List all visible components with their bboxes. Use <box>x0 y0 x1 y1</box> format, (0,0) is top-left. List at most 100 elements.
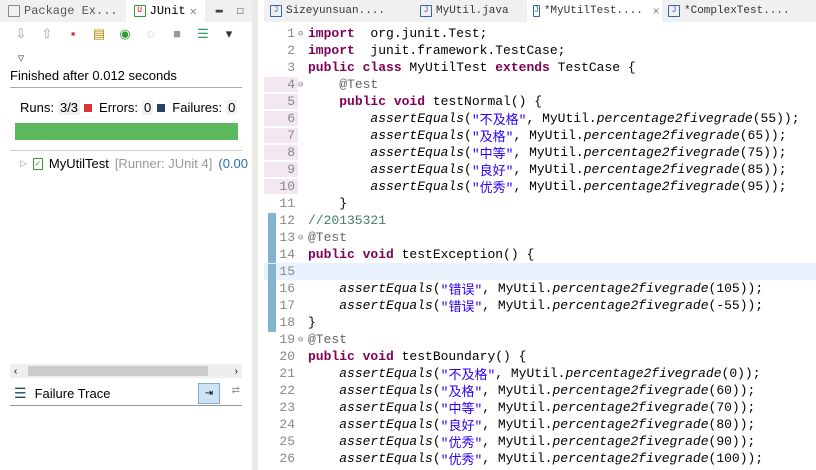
editor-tab-label: MyUtil.java <box>436 5 509 17</box>
scroll-thumb[interactable] <box>28 366 208 376</box>
tab-label: JUnit <box>149 4 186 18</box>
errors-value: 0 <box>142 100 154 115</box>
code-line[interactable]: 22 assertEquals("及格", MyUtil. percentage2… <box>264 382 816 400</box>
code-line[interactable]: 1 ⊖ import org.junit.Test; <box>264 25 816 42</box>
failures-value: 0 <box>226 100 238 115</box>
tab-package-explorer[interactable]: Package Ex... <box>0 0 126 22</box>
tab-junit[interactable]: U JUnit ✕ <box>125 0 205 22</box>
code-token: ( <box>432 451 441 466</box>
fold-icon[interactable]: ⊖ <box>298 80 308 90</box>
expand-icon[interactable]: ▷ <box>20 158 27 169</box>
code-editor[interactable]: J Sizeyunsuan.... J MyUtil.java J *MyUtilTest… <box>264 0 816 470</box>
code-line[interactable]: 16 assertEquals("错误", MyUtil. percentage2… <box>264 280 816 298</box>
code-line[interactable]: 3 public class MyUtilTest extends TestCas… <box>264 59 816 76</box>
code-line[interactable]: 12 //20135321 <box>264 212 816 230</box>
previous-failure-icon[interactable]: ⇧ <box>38 26 56 42</box>
close-icon[interactable]: ✕ <box>190 4 197 19</box>
code-line[interactable]: 11 } <box>264 195 816 212</box>
maximize-button[interactable]: ☐ <box>237 3 244 18</box>
compare-icon[interactable]: ⇄ <box>232 385 240 396</box>
code-line[interactable]: 24 assertEquals("良好", MyUtil. percentage2… <box>264 416 816 434</box>
show-failures-only-icon[interactable]: ▪ <box>64 26 82 42</box>
code-area[interactable]: 1 ⊖ import org.junit.Test; 2 import junit.fr… <box>264 25 816 468</box>
scroll-left-icon[interactable]: ‹ <box>14 366 17 377</box>
editor-tab[interactable]: J *ComplexTest.... <box>662 0 812 22</box>
code-line[interactable]: 13 ⊖ @Test <box>264 229 816 247</box>
failure-trace-label: Failure Trace <box>34 386 111 401</box>
code-line[interactable]: 14 public void testException() { <box>264 246 816 264</box>
error-icon <box>84 103 93 112</box>
code-line[interactable]: 21 assertEquals("不及格", MyUtil. percentage… <box>264 365 816 383</box>
failures-label: Failures: <box>172 100 223 115</box>
close-icon[interactable]: ✕ <box>653 4 660 18</box>
code-token: (75)); <box>739 145 787 160</box>
fold-icon[interactable]: ⊖ <box>298 335 308 345</box>
code-line[interactable]: 18} <box>264 314 816 332</box>
junit-view: Package Ex... U JUnit ✕ ▬ ☐ ⇩ ⇧ ▪ ▤ ◉ ◌ ■ ☰… <box>0 0 258 470</box>
editor-tab-label: *MyUtilTest.... <box>543 5 643 17</box>
code-token: ( <box>464 128 472 143</box>
code-line[interactable]: 2 import junit.framework.TestCase; <box>264 42 816 59</box>
code-token: , MyUtil. <box>513 128 584 143</box>
code-line[interactable]: 7 assertEquals("及格", MyUtil. percentage2f… <box>264 127 816 145</box>
code-token: percentage2fivegrade <box>583 145 740 160</box>
java-file-icon: J <box>270 5 282 17</box>
rerun-failed-icon[interactable]: ◌ <box>142 26 160 42</box>
code-token: ( <box>432 281 441 296</box>
code-line[interactable]: 8 assertEquals("中等", MyUtil. percentage2f… <box>264 144 816 162</box>
line-number: 5 <box>264 94 298 109</box>
line-number: 22 <box>279 383 295 398</box>
scroll-right-icon[interactable]: › <box>235 366 238 377</box>
code-token: percentage2fivegrade <box>552 417 709 432</box>
code-token: ( <box>432 400 441 415</box>
line-number: 25 <box>279 434 295 449</box>
editor-tab[interactable]: J *MyUtilTest.... ✕ <box>527 0 662 22</box>
code-token: public void <box>308 349 394 364</box>
test-tree-item[interactable]: ▷ ✓ MyUtilTest [Runner: JUnit 4] (0.00 <box>20 156 248 171</box>
stop-icon[interactable]: ■ <box>168 26 186 42</box>
code-token: } <box>308 196 348 211</box>
next-failure-icon[interactable]: ⇩ <box>12 26 30 42</box>
dropdown-icon[interactable]: ▾ <box>220 26 238 42</box>
runs-value: 3/3 <box>57 100 81 115</box>
code-line[interactable]: 23 assertEquals("中等", MyUtil. percentage2… <box>264 399 816 417</box>
test-name: MyUtilTest <box>48 156 109 171</box>
runs-label: Runs: <box>20 100 54 115</box>
code-line[interactable]: 25 assertEquals("优秀", MyUtil. percentage2… <box>264 433 816 451</box>
fold-icon[interactable]: ⊖ <box>298 29 308 39</box>
code-line[interactable]: 5 public void testNormal() { <box>264 93 816 110</box>
code-token: (60)); <box>708 383 756 398</box>
history-icon[interactable]: ☰ <box>194 26 212 42</box>
code-line[interactable]: 10 assertEquals("优秀", MyUtil. percentage2… <box>264 178 816 196</box>
code-line[interactable]: 9 assertEquals("良好", MyUtil. percentage2f… <box>264 161 816 179</box>
code-line[interactable]: 6 assertEquals("不及格", MyUtil. percentage2… <box>264 110 816 128</box>
code-line[interactable]: 4 ⊖ @Test <box>264 76 816 93</box>
editor-tab[interactable]: J MyUtil.java <box>414 0 527 22</box>
code-line[interactable]: 19 ⊖ @Test <box>264 331 816 348</box>
code-token: (95)); <box>739 179 787 194</box>
filter-stack-icon[interactable]: ⇥ <box>198 383 220 404</box>
rerun-icon[interactable]: ◉ <box>116 26 134 42</box>
code-token: percentage2fivegrade <box>583 162 740 177</box>
editor-tab[interactable]: J Sizeyunsuan.... <box>264 0 414 22</box>
scroll-lock-icon[interactable]: ▤ <box>90 26 108 42</box>
minimize-button[interactable]: ▬ <box>216 3 223 18</box>
code-token: ( <box>432 366 441 381</box>
code-line[interactable]: 15 <box>264 263 816 281</box>
code-token: "优秀" <box>440 453 483 468</box>
code-line[interactable]: 20 public void testBoundary() { <box>264 348 816 365</box>
code-token: (-55)); <box>708 298 764 313</box>
fold-icon[interactable]: ⊖ <box>298 233 308 243</box>
code-line[interactable]: 17 assertEquals("错误", MyUtil. percentage2… <box>264 297 816 315</box>
code-token: import <box>308 26 355 41</box>
view-menu-icon[interactable]: ▿ <box>12 50 30 66</box>
errors-label: Errors: <box>99 100 139 115</box>
code-line[interactable]: 26 assertEquals("优秀", MyUtil. percentage2… <box>264 450 816 468</box>
java-file-icon: J <box>420 5 432 17</box>
horizontal-scrollbar[interactable]: ‹ › <box>10 364 242 378</box>
code-token: extends <box>495 60 550 75</box>
